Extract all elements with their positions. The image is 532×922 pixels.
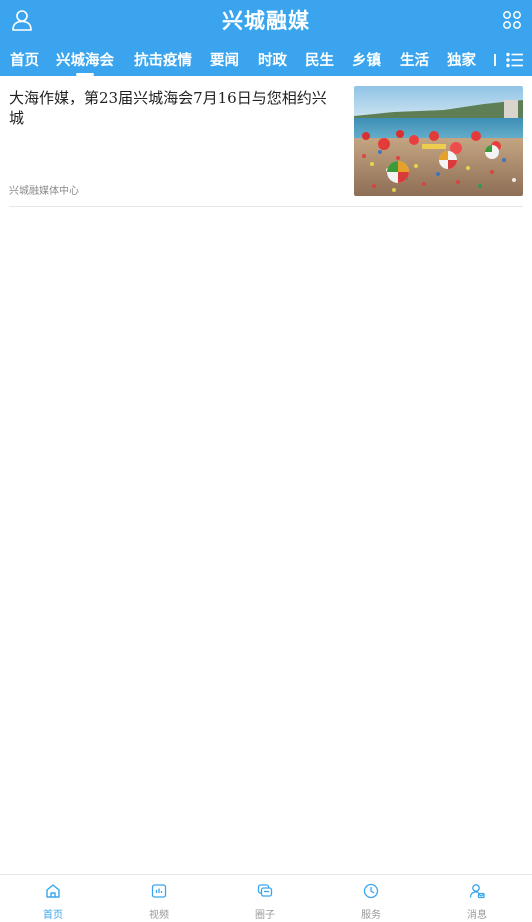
tab-xingcheng-haihui[interactable]: 兴城海会: [56, 49, 114, 76]
apps-button[interactable]: [502, 10, 522, 30]
nav-label: 圈子: [255, 910, 275, 921]
grid-icon: [503, 11, 521, 29]
beach-festival-photo: [354, 86, 523, 196]
tab-label: 民生: [305, 53, 334, 69]
tab-divider: [494, 54, 496, 66]
tab-label: 要闻: [210, 53, 239, 69]
nav-label: 服务: [361, 910, 381, 921]
home-icon: [46, 884, 60, 898]
app-logo: 兴城融媒: [222, 9, 310, 33]
channel-menu-button[interactable]: [505, 50, 525, 70]
nav-label: 消息: [467, 910, 487, 921]
tab-home[interactable]: 首页: [10, 49, 39, 76]
tab-label: 独家: [447, 53, 476, 69]
tab-label: 生活: [400, 53, 429, 69]
tab-label: 时政: [258, 53, 287, 69]
header: 兴城融媒 首页 兴城海会 抗击疫情 要闻 时政 民生 乡镇 生活 独家: [0, 0, 532, 76]
tab-politics[interactable]: 时政: [258, 49, 287, 76]
nav-circle[interactable]: 圈子: [212, 875, 318, 922]
tab-life[interactable]: 生活: [400, 49, 429, 76]
tab-label: 抗击疫情: [134, 53, 192, 69]
topbar: 兴城融媒: [0, 0, 532, 40]
news-list-item[interactable]: 大海作媒，第23届兴城海会7月16日与您相约兴城 兴城融媒体中心: [9, 76, 523, 207]
nav-video[interactable]: 视频: [106, 875, 212, 922]
tab-anti-epidemic[interactable]: 抗击疫情: [134, 49, 192, 76]
tab-label: 首页: [10, 53, 39, 69]
clock-icon: [363, 883, 379, 899]
chat-icon: [257, 884, 273, 897]
article-title: 大海作媒，第23届兴城海会7月16日与您相约兴城: [9, 89, 327, 127]
tab-label: 乡镇: [352, 53, 381, 69]
nav-messages[interactable]: 消息: [424, 875, 530, 922]
video-icon: [151, 884, 167, 898]
article-source: 兴城融媒体中心: [9, 186, 79, 197]
message-user-icon: [469, 884, 485, 899]
nav-home[interactable]: 首页: [0, 875, 106, 922]
nav-label: 首页: [43, 910, 63, 921]
tab-livelihood[interactable]: 民生: [305, 49, 334, 76]
app-root: 兴城融媒 首页 兴城海会 抗击疫情 要闻 时政 民生 乡镇 生活 独家 大海作媒…: [0, 0, 532, 922]
tab-label: 兴城海会: [56, 53, 114, 69]
tab-towns[interactable]: 乡镇: [352, 49, 381, 76]
tab-exclusive[interactable]: 独家: [447, 49, 476, 76]
nav-service[interactable]: 服务: [318, 875, 424, 922]
nav-label: 视频: [149, 910, 169, 921]
bottom-navigation: 首页 视频 圈子 服务 消息: [0, 874, 532, 922]
channel-tabs: 首页 兴城海会 抗击疫情 要闻 时政 民生 乡镇 生活 独家: [0, 40, 532, 76]
article-thumbnail: [354, 86, 523, 196]
menu-icon: [506, 52, 523, 68]
tab-headlines[interactable]: 要闻: [210, 49, 239, 76]
